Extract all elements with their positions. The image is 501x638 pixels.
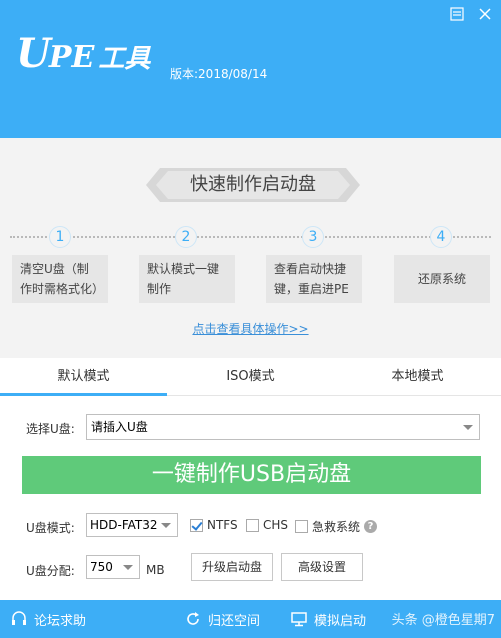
select-usb-label: 选择U盘: [26,422,75,436]
advanced-settings-button[interactable]: 高级设置 [281,553,363,581]
chevron-down-icon [161,523,171,528]
step-2-number: 2 [175,226,197,248]
usb-mode-value: HDD-FAT32 [90,518,158,532]
rescue-system-label: 急救系统 [312,520,361,534]
watermark: 头条 @橙色星期7 [391,613,495,628]
ntfs-label: NTFS [207,518,238,532]
refresh-icon [187,612,199,625]
restore-space-button[interactable]: 归还空间 [184,600,260,638]
help-icon[interactable]: ? [364,520,378,533]
header: U PE 工具 版本:2018/08/14 [0,0,501,138]
simulate-boot-button[interactable]: 模拟启动 [290,600,366,638]
forum-help-label: 论坛求助 [34,613,87,629]
tab-default-mode[interactable]: 默认模式 [0,358,167,396]
ntfs-checkbox[interactable] [190,518,203,532]
chevron-down-icon [123,565,133,570]
quick-guide: 快速制作启动盘 1 2 3 4 清空U盘（制作时需格式化） 默认模式一键制作 查… [0,138,501,358]
guide-title: 快速制作启动盘 [190,174,316,195]
tab-local-mode[interactable]: 本地模式 [334,358,501,395]
logo-tool: 工具 [98,44,151,74]
chs-checkbox[interactable] [246,518,259,532]
menu-icon[interactable] [447,4,467,24]
simulate-boot-label: 模拟启动 [314,613,367,629]
restore-space-label: 归还空间 [208,613,261,629]
step-4-box: 还原系统 [394,255,490,303]
view-details-link[interactable]: 点击查看具体操作>> [0,320,501,337]
mode-tabs: 默认模式 ISO模式 本地模式 [0,358,501,396]
step-2-box: 默认模式一键制作 [139,255,235,303]
steps-divider [10,236,491,238]
window-controls [447,4,495,24]
step-3-box: 查看启动快捷键，重启进PE [266,255,362,303]
logo-pe: PE [48,40,95,75]
logo-u: U [16,30,51,77]
partition-size-value: 750 [90,560,113,574]
usb-mode-select[interactable]: HDD-FAT32 [86,513,178,537]
footer-bar: 论坛求助 归还空间 模拟启动 头条 @橙色星期7 [0,600,501,638]
partition-label: U盘分配: [26,564,75,578]
step-4-number: 4 [430,226,452,248]
chs-option[interactable]: CHS [246,518,288,532]
monitor-icon [291,612,307,627]
chs-label: CHS [263,518,289,532]
usb-mode-label: U盘模式: [26,521,75,535]
usb-drive-value: 请插入U盘 [91,420,148,434]
step-1-number: 1 [49,226,71,248]
upgrade-boot-disk-button[interactable]: 升级启动盘 [191,553,273,581]
partition-size-select[interactable]: 750 [86,555,140,579]
step-1-box: 清空U盘（制作时需格式化） [12,255,108,303]
version-label: 版本:2018/08/14 [170,67,268,81]
partition-unit: MB [146,563,165,577]
make-usb-boot-button[interactable]: 一键制作USB启动盘 [22,456,481,494]
rescue-system-checkbox[interactable] [295,520,308,533]
guide-banner: 快速制作启动盘 [146,168,360,202]
tab-iso-mode[interactable]: ISO模式 [167,358,334,395]
headset-icon [12,611,26,625]
app-logo: U PE 工具 [16,30,150,77]
rescue-system-option[interactable]: 急救系统 ? [295,518,378,535]
usb-drive-select[interactable]: 请插入U盘 [86,414,480,440]
chevron-down-icon [463,425,473,430]
step-3-number: 3 [302,226,324,248]
forum-help-button[interactable]: 论坛求助 [10,600,86,638]
close-icon[interactable] [475,4,495,24]
ntfs-option[interactable]: NTFS [190,518,238,532]
